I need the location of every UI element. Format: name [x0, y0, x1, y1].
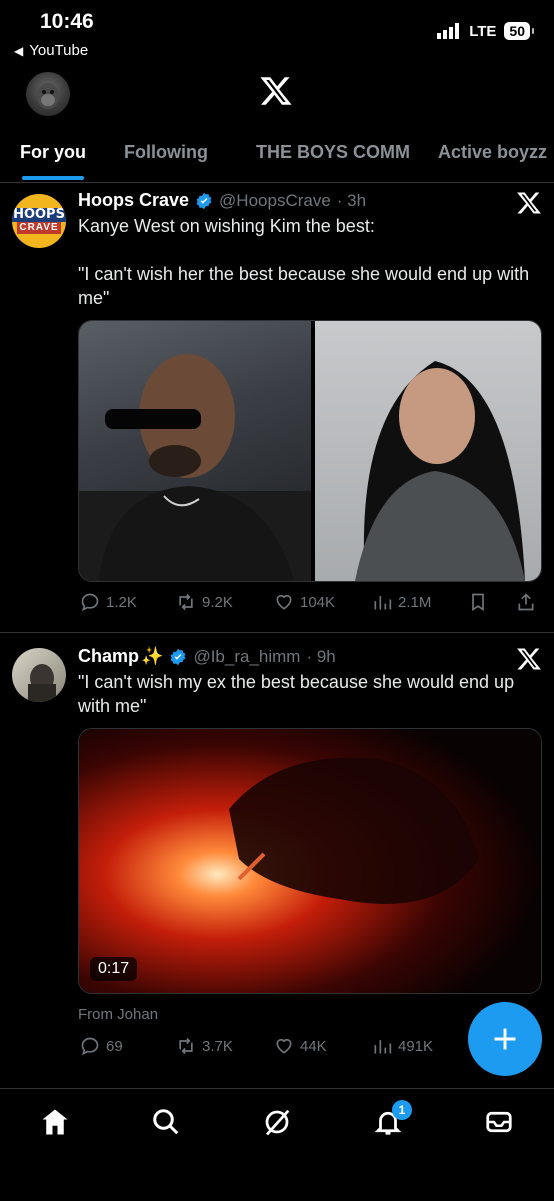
divider: [0, 182, 554, 183]
divider: [0, 632, 554, 633]
profile-avatar[interactable]: [26, 72, 70, 116]
tweet-avatar-champ[interactable]: [12, 648, 66, 702]
retweet-icon: [179, 593, 193, 611]
video-duration: 0:17: [90, 957, 138, 981]
tab-active-boyzz[interactable]: Active boyzz: [438, 142, 547, 163]
battery-icon: 50: [504, 22, 534, 40]
tweet-text: "I can't wish my ex the best because she…: [78, 672, 520, 716]
active-tab-indicator: [22, 176, 84, 180]
tab-following[interactable]: Following: [124, 142, 208, 163]
x-logo-icon: [260, 77, 292, 105]
person-photo-icon: [28, 664, 56, 702]
like-count: 44K: [300, 1037, 327, 1055]
reply-button[interactable]: 69: [80, 1036, 123, 1056]
retweet-count: 9.2K: [202, 593, 233, 611]
x-logo-icon: [517, 648, 541, 670]
tweet-image-grid[interactable]: [78, 320, 542, 582]
views-chart-icon: [374, 596, 392, 610]
timeline-tabs: For you Following THE BOYS COMM Active b…: [0, 138, 554, 182]
grok-icon[interactable]: [262, 1107, 292, 1137]
home-icon[interactable]: [40, 1107, 70, 1137]
heart-icon: [276, 1038, 292, 1054]
tweet-image-right[interactable]: [315, 321, 541, 581]
view-count: 491K: [398, 1037, 434, 1055]
avatar-logo-top: HOOPS: [12, 207, 66, 222]
reply-icon: [81, 593, 99, 612]
tweet-text: Kanye West on wishing Kim the best: "I c…: [78, 216, 530, 308]
reply-count: 69: [106, 1037, 123, 1055]
author-handle[interactable]: @HoopsCrave: [219, 191, 331, 211]
views-button[interactable]: 491K: [372, 1036, 433, 1056]
tweet-header: Hoops Crave @HoopsCrave · 3h: [78, 190, 366, 211]
retweet-icon: [179, 1037, 193, 1055]
status-indicators: LTE 50: [437, 22, 534, 40]
plus-icon: [494, 1028, 516, 1050]
person-photo-icon: [355, 361, 525, 581]
bookmark-icon[interactable]: [468, 592, 488, 612]
tab-the-boys-comm[interactable]: THE BOYS COMM: [256, 142, 410, 163]
tweet-time: · 3h: [336, 190, 367, 210]
retweet-count: 3.7K: [202, 1037, 233, 1055]
author-name[interactable]: Champ: [78, 646, 139, 667]
tweet-time: · 9h: [306, 646, 336, 666]
like-button[interactable]: 44K: [274, 1036, 327, 1056]
view-count: 2.1M: [398, 593, 432, 611]
status-time: 10:46: [40, 10, 94, 33]
back-app-label: YouTube: [29, 42, 89, 59]
network-label: LTE: [469, 22, 497, 40]
messages-envelope-icon[interactable]: [484, 1107, 514, 1137]
back-to-app-link[interactable]: ◀ YouTube: [14, 42, 88, 59]
reply-button[interactable]: 1.2K: [80, 592, 137, 612]
compose-post-button[interactable]: [468, 1002, 542, 1076]
back-arrow-icon: ◀: [14, 43, 24, 58]
reply-count: 1.2K: [106, 593, 137, 611]
notification-count-badge: 1: [392, 1100, 412, 1120]
author-name[interactable]: Hoops Crave: [78, 190, 189, 211]
like-count: 104K: [300, 593, 336, 611]
tweet-image-left[interactable]: [79, 321, 311, 581]
tab-for-you[interactable]: For you: [20, 142, 86, 163]
reply-icon: [81, 1037, 99, 1056]
like-button[interactable]: 104K: [274, 592, 335, 612]
views-chart-icon: [374, 1040, 392, 1054]
bottom-navigation: [0, 1088, 554, 1201]
tweet-header: Champ ✨ @Ib_ra_himm · 9h: [78, 646, 336, 667]
share-icon[interactable]: [516, 592, 536, 612]
sparkles-emoji: ✨: [141, 646, 164, 666]
video-source: From Johan: [78, 1006, 159, 1023]
heart-icon: [276, 594, 292, 610]
ape-avatar-icon: [37, 83, 59, 109]
verified-badge-icon: [196, 192, 212, 209]
person-photo-icon: [79, 354, 311, 581]
retweet-button[interactable]: 3.7K: [176, 1036, 233, 1056]
tweet-video[interactable]: [78, 728, 542, 994]
signal-icon: [437, 23, 460, 39]
verified-badge-icon: [171, 648, 186, 665]
avatar-logo-bottom: CRAVE: [17, 222, 61, 234]
search-icon[interactable]: [151, 1107, 181, 1137]
tweet-avatar-hoops-crave[interactable]: HOOPS CRAVE: [12, 194, 66, 248]
retweet-button[interactable]: 9.2K: [176, 592, 233, 612]
x-logo-icon: [517, 192, 541, 214]
views-button[interactable]: 2.1M: [372, 592, 431, 612]
video-frame: [79, 729, 541, 993]
author-handle[interactable]: @Ib_ra_himm: [193, 647, 300, 667]
